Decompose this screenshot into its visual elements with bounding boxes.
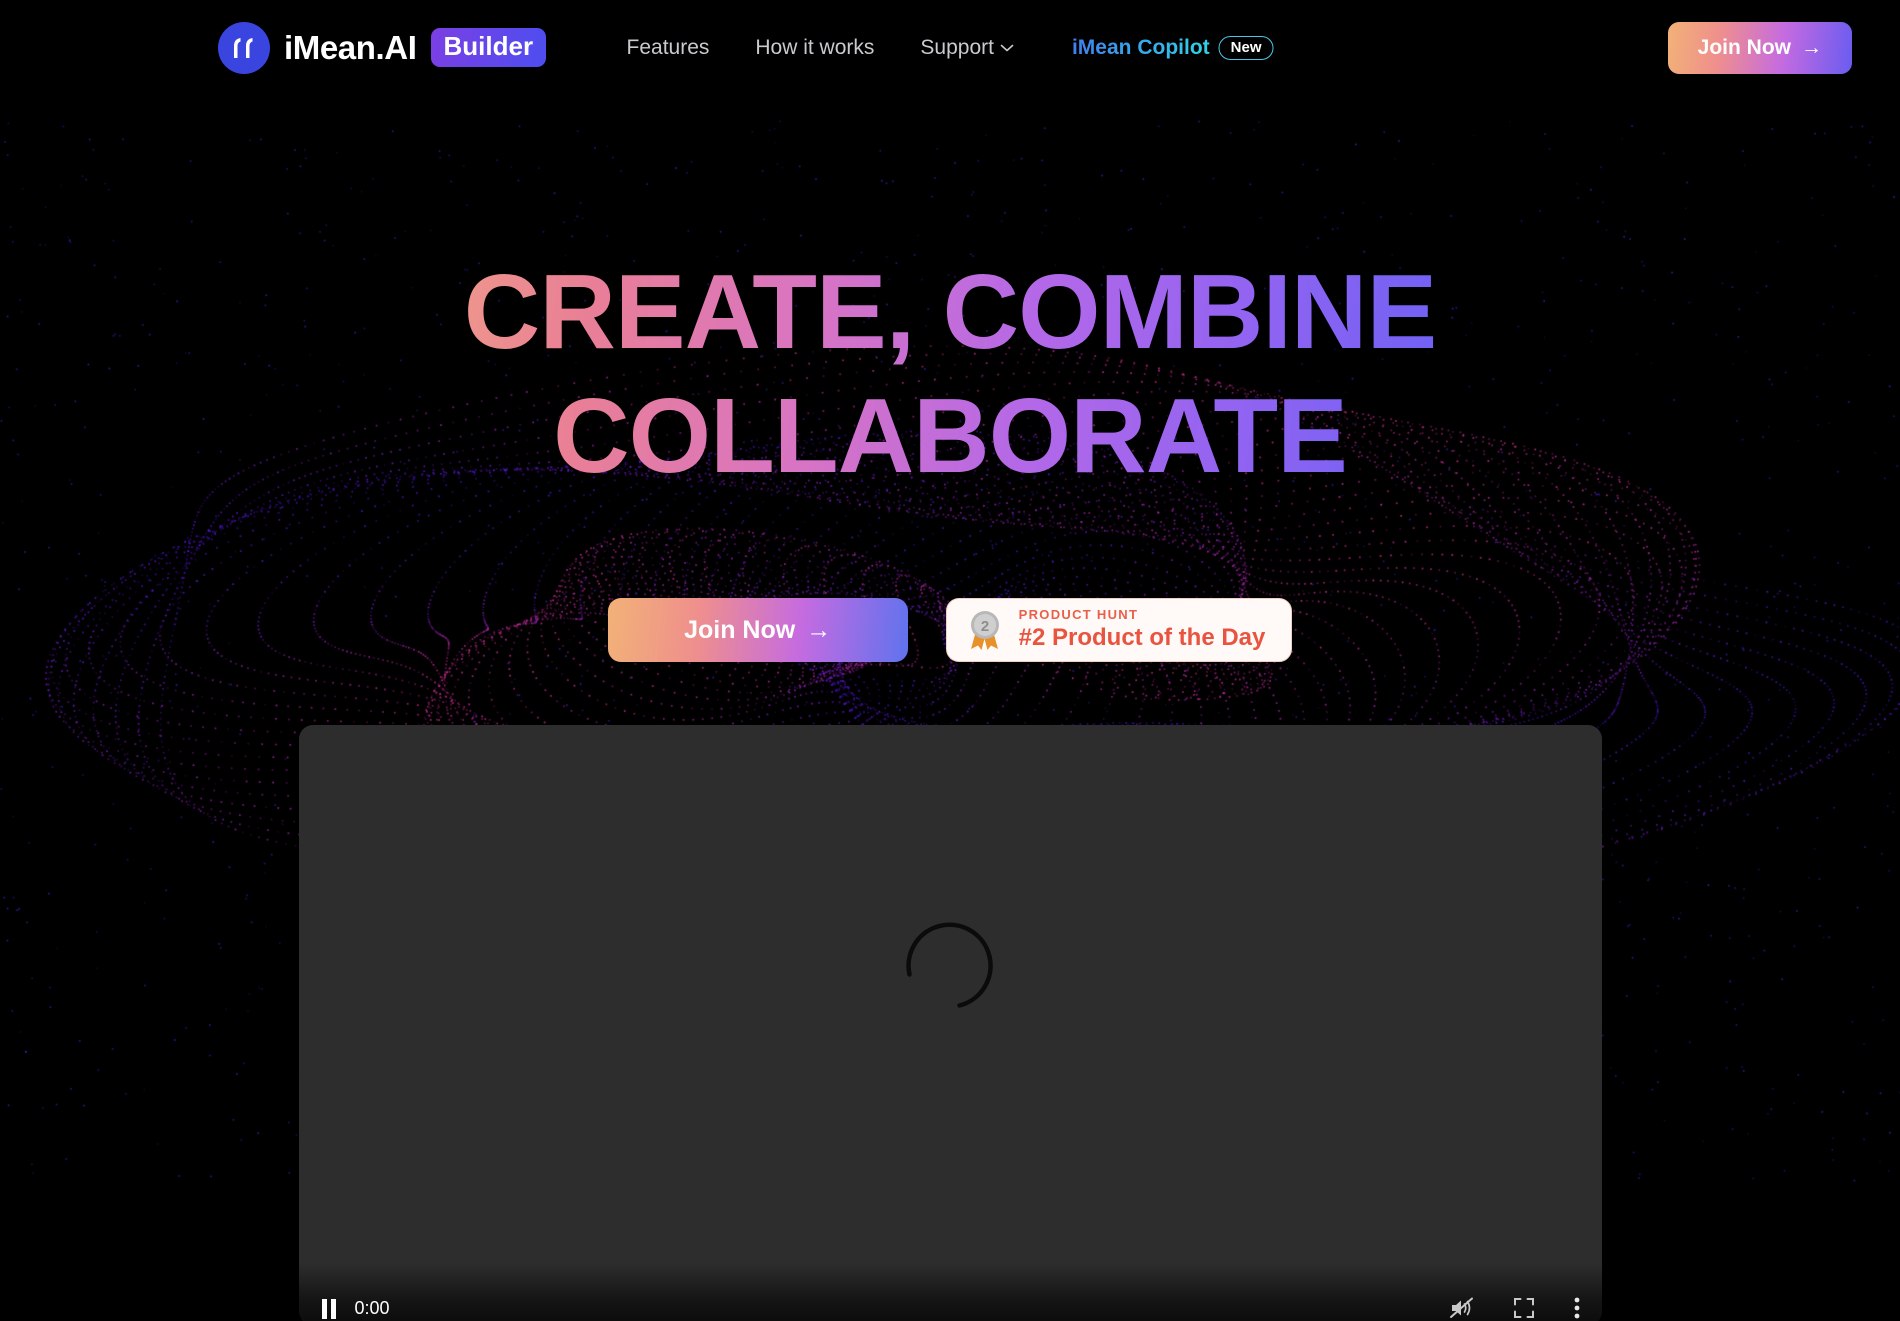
medal-icon: 2 (970, 611, 999, 651)
headline-line-2: COLLABORATE (553, 377, 1347, 496)
product-hunt-texts: PRODUCT HUNT #2 Product of the Day (1018, 606, 1266, 652)
loading-spinner-icon (906, 922, 993, 1008)
site-header: iMean.AI Builder Features How it works S… (0, 0, 1900, 95)
product-hunt-kicker: PRODUCT HUNT (1018, 606, 1139, 622)
nav-label: How it works (755, 35, 875, 59)
hero-section: CREATE, COMBINE COLLABORATE Join Now → 2… (0, 95, 1900, 663)
video-controls-bar: 0:00 (298, 1263, 1602, 1321)
headline-line-1: CREATE, COMBINE (463, 253, 1437, 371)
svg-text:2: 2 (980, 618, 988, 635)
brand-badge: Builder (430, 28, 547, 67)
copilot-label: iMean Copilot (1071, 35, 1210, 59)
video-current-time: 0:00 (354, 1298, 390, 1319)
brand-name: iMean.AI (284, 28, 417, 66)
join-button-label: Join Now (1697, 35, 1791, 59)
header-join-now-button[interactable]: Join Now → (1667, 21, 1852, 74)
arrow-right-icon: → (806, 615, 832, 644)
product-hunt-title: #2 Product of the Day (1018, 624, 1266, 652)
product-hunt-badge[interactable]: 2 PRODUCT HUNT #2 Product of the Day (945, 598, 1293, 663)
hero-headline: CREATE, COMBINE COLLABORATE (250, 250, 1650, 498)
nav-label: Support (920, 35, 994, 59)
volume-muted-icon[interactable] (1449, 1297, 1474, 1319)
video-player[interactable]: 0:00 (298, 725, 1602, 1321)
new-badge: New (1218, 35, 1274, 60)
brand-logo[interactable]: iMean.AI Builder (218, 21, 547, 74)
video-controls-right (1449, 1297, 1580, 1319)
pause-icon[interactable] (321, 1298, 337, 1319)
nav-item-support[interactable]: Support (920, 36, 1014, 60)
nav-item-imean-copilot[interactable]: iMean Copilot New (1071, 35, 1274, 60)
arrow-right-icon: → (1801, 35, 1822, 59)
video-controls-left: 0:00 (321, 1298, 390, 1319)
fullscreen-icon[interactable] (1513, 1298, 1534, 1319)
nav-item-features[interactable]: Features (627, 36, 710, 60)
chevron-down-icon (1001, 44, 1014, 51)
quote-mark-icon (218, 21, 270, 74)
hero-cta-row: Join Now → 2 PRODUCT HUNT #2 Product of … (0, 598, 1900, 663)
hero-join-now-button[interactable]: Join Now → (607, 598, 908, 663)
main-nav: Features How it works Support iMean Copi… (627, 35, 1274, 60)
cta-label: Join Now (684, 615, 796, 644)
nav-label: Features (626, 35, 710, 59)
more-vertical-icon[interactable] (1574, 1297, 1580, 1319)
nav-item-how-it-works[interactable]: How it works (755, 36, 874, 60)
